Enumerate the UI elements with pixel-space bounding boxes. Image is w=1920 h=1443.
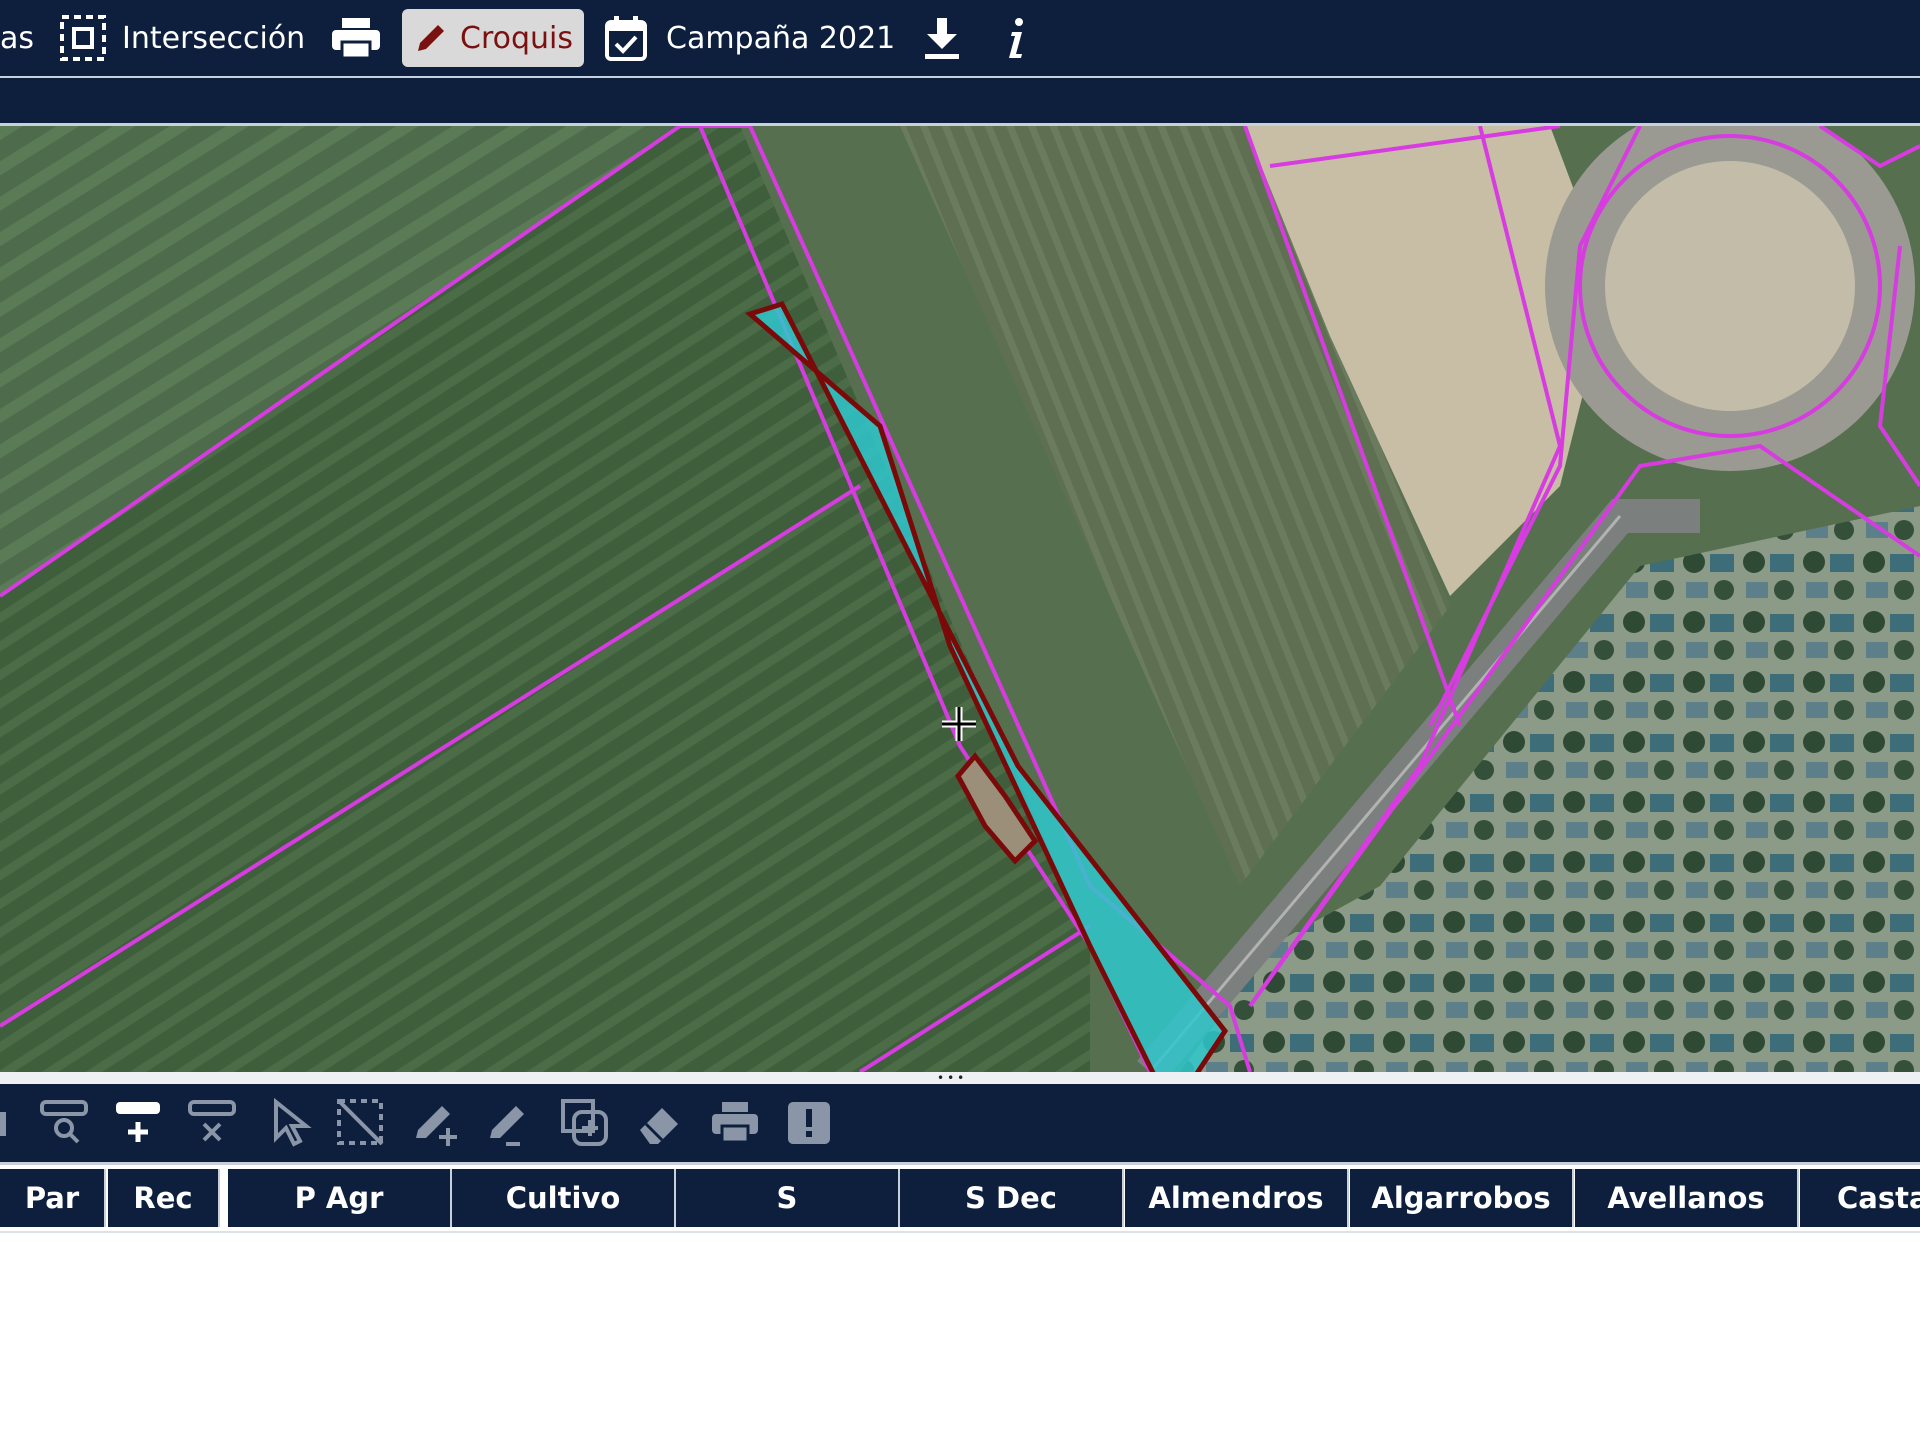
column-label: Par [24, 1181, 80, 1215]
campaign-label: Campaña 2021 [666, 20, 896, 56]
column-header-s[interactable]: S [676, 1169, 900, 1227]
column-label: Cultivo [505, 1181, 621, 1215]
attribute-table-header: Par Rec P Agr Cultivo S S Dec Almendros … [0, 1165, 1920, 1229]
partial-menu-label[interactable]: as [0, 0, 34, 76]
campaign-selector[interactable]: Campaña 2021 [604, 0, 895, 76]
alert-icon[interactable] [784, 1098, 834, 1148]
print-icon[interactable] [710, 1098, 760, 1148]
column-label: Almendros [1148, 1181, 1324, 1215]
column-header-almendros[interactable]: Almendros [1125, 1169, 1349, 1227]
deselect-icon[interactable] [336, 1098, 386, 1148]
remove-row-icon[interactable] [188, 1098, 238, 1148]
column-header-rec[interactable]: Rec [108, 1169, 220, 1227]
print-icon [330, 16, 382, 60]
print-button[interactable] [330, 0, 382, 76]
map-view[interactable] [0, 126, 1920, 1072]
top-toolbar: as Intersección Croquis Campaña 2021 [0, 0, 1920, 78]
info-button[interactable] [1004, 0, 1028, 76]
column-header-cultivo[interactable]: Cultivo [452, 1169, 676, 1227]
calendar-check-icon [604, 14, 648, 62]
column-label: S [776, 1181, 798, 1215]
secondary-bar [0, 78, 1920, 126]
column-header-par[interactable]: Par [0, 1169, 106, 1227]
column-header-avellanos[interactable]: Avellanos [1575, 1169, 1799, 1227]
zoom-to-row-icon[interactable] [40, 1098, 90, 1148]
attribute-table-body [0, 1231, 1920, 1443]
intersection-button[interactable]: Intersección [58, 0, 305, 76]
aerial-map [0, 126, 1920, 1072]
splitter-grip: ••• [937, 1071, 968, 1085]
column-header-castanos[interactable]: Casta [1800, 1169, 1920, 1227]
selection-box-icon [58, 13, 108, 63]
partial-label-text: as [0, 20, 35, 56]
add-row-icon[interactable] [114, 1098, 164, 1148]
pencil-icon [414, 21, 448, 55]
partial-icon[interactable] [0, 1098, 32, 1148]
column-label: Avellanos [1607, 1181, 1765, 1215]
column-label: P Agr [294, 1181, 384, 1215]
panel-splitter[interactable]: ••• [0, 1072, 1920, 1084]
column-label: S Dec [965, 1181, 1057, 1215]
croquis-label: Croquis [460, 20, 573, 56]
column-header-s-dec[interactable]: S Dec [900, 1169, 1124, 1227]
zoom-in-box-icon[interactable] [560, 1098, 610, 1148]
croquis-button[interactable]: Croquis [402, 9, 584, 67]
remove-edit-icon[interactable] [486, 1098, 536, 1148]
add-edit-icon[interactable] [412, 1098, 462, 1148]
column-label: Casta [1837, 1181, 1920, 1215]
info-icon [1004, 16, 1028, 60]
download-icon [922, 16, 962, 60]
eraser-icon[interactable] [636, 1098, 686, 1148]
download-button[interactable] [922, 0, 962, 76]
column-header-p-agr[interactable]: P Agr [228, 1169, 452, 1227]
select-pointer-icon[interactable] [266, 1097, 316, 1148]
column-label: Algarrobos [1371, 1181, 1551, 1215]
column-header-algarrobos[interactable]: Algarrobos [1350, 1169, 1574, 1227]
table-toolbar [0, 1084, 1920, 1165]
column-label: Rec [133, 1181, 193, 1215]
intersection-label: Intersección [122, 20, 306, 56]
